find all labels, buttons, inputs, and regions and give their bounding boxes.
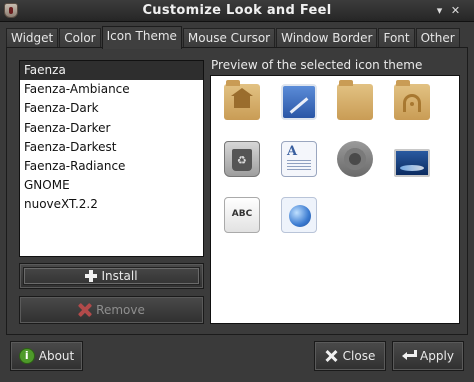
- trash-icon: [224, 141, 260, 177]
- remove-x-icon: [78, 303, 92, 317]
- settings-gear-icon: [337, 141, 373, 177]
- apply-label: Apply: [420, 349, 454, 363]
- tab-bar: Widget Color Icon Theme Mouse Cursor Win…: [6, 26, 461, 49]
- list-item[interactable]: Faenza-Darkest: [20, 138, 203, 157]
- web-browser-globe-icon: [281, 197, 317, 233]
- folder-icon: [337, 80, 373, 120]
- user-home-icon: [224, 80, 260, 120]
- about-label: About: [38, 349, 75, 363]
- tab-icon-theme[interactable]: Icon Theme: [101, 26, 182, 49]
- tab-font[interactable]: Font: [378, 28, 415, 49]
- tab-other[interactable]: Other: [415, 28, 460, 49]
- close-window-icon[interactable]: ✕: [449, 4, 462, 17]
- network-wireless-icon: [394, 80, 430, 120]
- spellcheck-abc-icon: ABC: [224, 197, 260, 233]
- apply-arrow-icon: [402, 350, 418, 362]
- list-item[interactable]: Faenza-Ambiance: [20, 80, 203, 99]
- list-item[interactable]: Faenza-Radiance: [20, 157, 203, 176]
- info-icon: i: [18, 348, 35, 364]
- display-screen-icon: [394, 149, 430, 177]
- close-label: Close: [342, 349, 376, 363]
- remove-label: Remove: [96, 303, 145, 317]
- remove-button[interactable]: Remove: [19, 296, 204, 324]
- install-button[interactable]: Install: [19, 263, 204, 289]
- apply-button[interactable]: Apply: [392, 341, 464, 371]
- list-item[interactable]: Faenza-Darker: [20, 119, 203, 138]
- customize-look-and-feel-window: Customize Look and Feel ▾ ✕ Widget Color…: [0, 0, 474, 382]
- icon-theme-list[interactable]: Faenza Faenza-Ambiance Faenza-Dark Faenz…: [19, 60, 204, 257]
- window-title: Customize Look and Feel: [142, 3, 332, 18]
- text-document-icon: [281, 141, 317, 177]
- about-button[interactable]: i About: [10, 341, 83, 371]
- list-item[interactable]: nuoveXT.2.2: [20, 195, 203, 214]
- list-item[interactable]: Faenza: [20, 61, 203, 81]
- list-item[interactable]: Faenza-Dark: [20, 99, 203, 118]
- close-icon: [325, 349, 339, 363]
- minimize-icon[interactable]: ▾: [433, 4, 446, 17]
- title-bar[interactable]: Customize Look and Feel ▾ ✕: [0, 0, 474, 22]
- tab-color[interactable]: Color: [59, 28, 101, 49]
- plus-icon: [85, 270, 98, 282]
- tab-window-border[interactable]: Window Border: [276, 28, 378, 49]
- tab-mouse-cursor[interactable]: Mouse Cursor: [182, 28, 276, 49]
- preferences-desktop-icon: [281, 84, 317, 120]
- focus-ring: [23, 267, 200, 285]
- tab-widget[interactable]: Widget: [6, 28, 59, 49]
- preview-label: Preview of the selected icon theme: [211, 58, 423, 72]
- close-button[interactable]: Close: [314, 341, 386, 371]
- list-item[interactable]: GNOME: [20, 176, 203, 195]
